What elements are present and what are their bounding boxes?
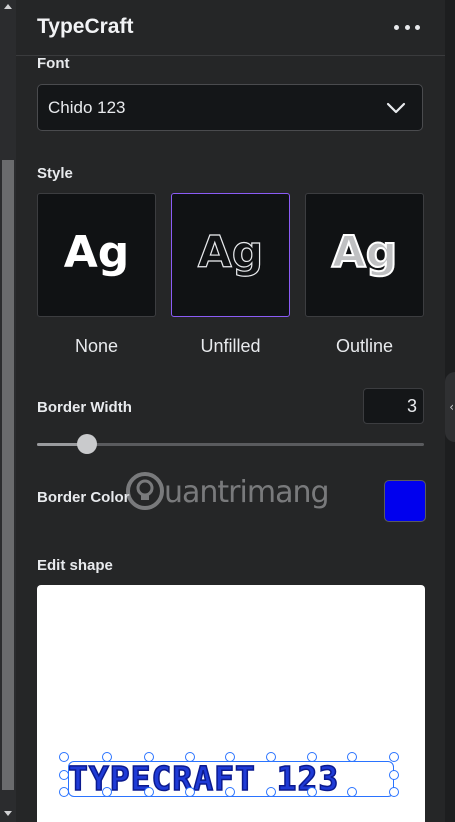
style-preview-none: Ag [63, 227, 130, 278]
shape-control-handle[interactable] [185, 787, 195, 797]
shape-control-handle[interactable] [266, 787, 276, 797]
border-width-label: Border Width [37, 399, 132, 416]
shape-control-handle[interactable] [59, 787, 69, 797]
shape-control-handle[interactable] [389, 770, 399, 780]
style-label-unfilled: Unfilled [200, 336, 261, 356]
edit-shape-label: Edit shape [37, 557, 113, 574]
style-preview-outline: Ag [331, 227, 399, 279]
shape-control-handle[interactable] [347, 752, 357, 762]
lightbulb-icon [126, 472, 164, 510]
scroll-down-icon[interactable] [3, 808, 13, 818]
border-width-value: 3 [406, 396, 417, 416]
shape-control-handle[interactable] [225, 787, 235, 797]
border-color-label: Border Color [37, 489, 130, 506]
collapse-panel-icon: ‹ [449, 400, 454, 414]
shape-control-handle[interactable] [144, 787, 154, 797]
shape-control-handle[interactable] [102, 752, 112, 762]
shape-control-handle[interactable] [347, 787, 357, 797]
shape-control-handle[interactable] [59, 770, 69, 780]
app-title: TypeCraft [37, 15, 134, 38]
scroll-up-icon[interactable] [3, 2, 13, 12]
border-width-slider-thumb[interactable] [77, 434, 98, 454]
shape-control-handle[interactable] [225, 752, 235, 762]
shape-control-handle[interactable] [144, 752, 154, 762]
font-dropdown[interactable]: Chido 123 [37, 84, 423, 131]
style-preview-unfilled: Ag [197, 227, 264, 278]
watermark: uantrimang [124, 462, 362, 522]
style-option-none[interactable]: Ag [37, 193, 156, 317]
collapse-panel-tab[interactable]: ‹ [445, 372, 455, 442]
style-option-outline[interactable]: Ag [305, 193, 424, 317]
shape-control-handle[interactable] [307, 752, 317, 762]
shape-control-handle[interactable] [185, 752, 195, 762]
style-label-none: None [74, 336, 119, 356]
vertical-scrollbar[interactable] [0, 0, 16, 822]
header-divider [16, 55, 445, 56]
watermark-text: uantrimang [164, 475, 330, 510]
typecraft-panel: TypeCraft Font Chido 123 Style Ag Ag Ag … [16, 0, 445, 822]
more-options-icon[interactable] [394, 14, 420, 40]
shape-control-handle[interactable] [59, 752, 69, 762]
shape-control-handle[interactable] [389, 752, 399, 762]
shape-control-handle[interactable] [102, 787, 112, 797]
font-dropdown-value: Chido 123 [48, 98, 126, 117]
style-section-label: Style [37, 165, 73, 182]
border-width-input[interactable]: 3 [363, 388, 424, 424]
border-color-swatch[interactable] [384, 480, 426, 522]
scrollbar-thumb[interactable] [2, 160, 14, 790]
style-label-outline: Outline [335, 336, 394, 356]
panel-header: TypeCraft [16, 0, 445, 55]
shape-control-handle[interactable] [307, 787, 317, 797]
shape-control-handle[interactable] [389, 787, 399, 797]
style-option-unfilled[interactable]: Ag [171, 193, 290, 317]
shape-control-handle[interactable] [266, 752, 276, 762]
chevron-down-icon [386, 102, 406, 114]
font-section-label: Font [37, 55, 70, 72]
